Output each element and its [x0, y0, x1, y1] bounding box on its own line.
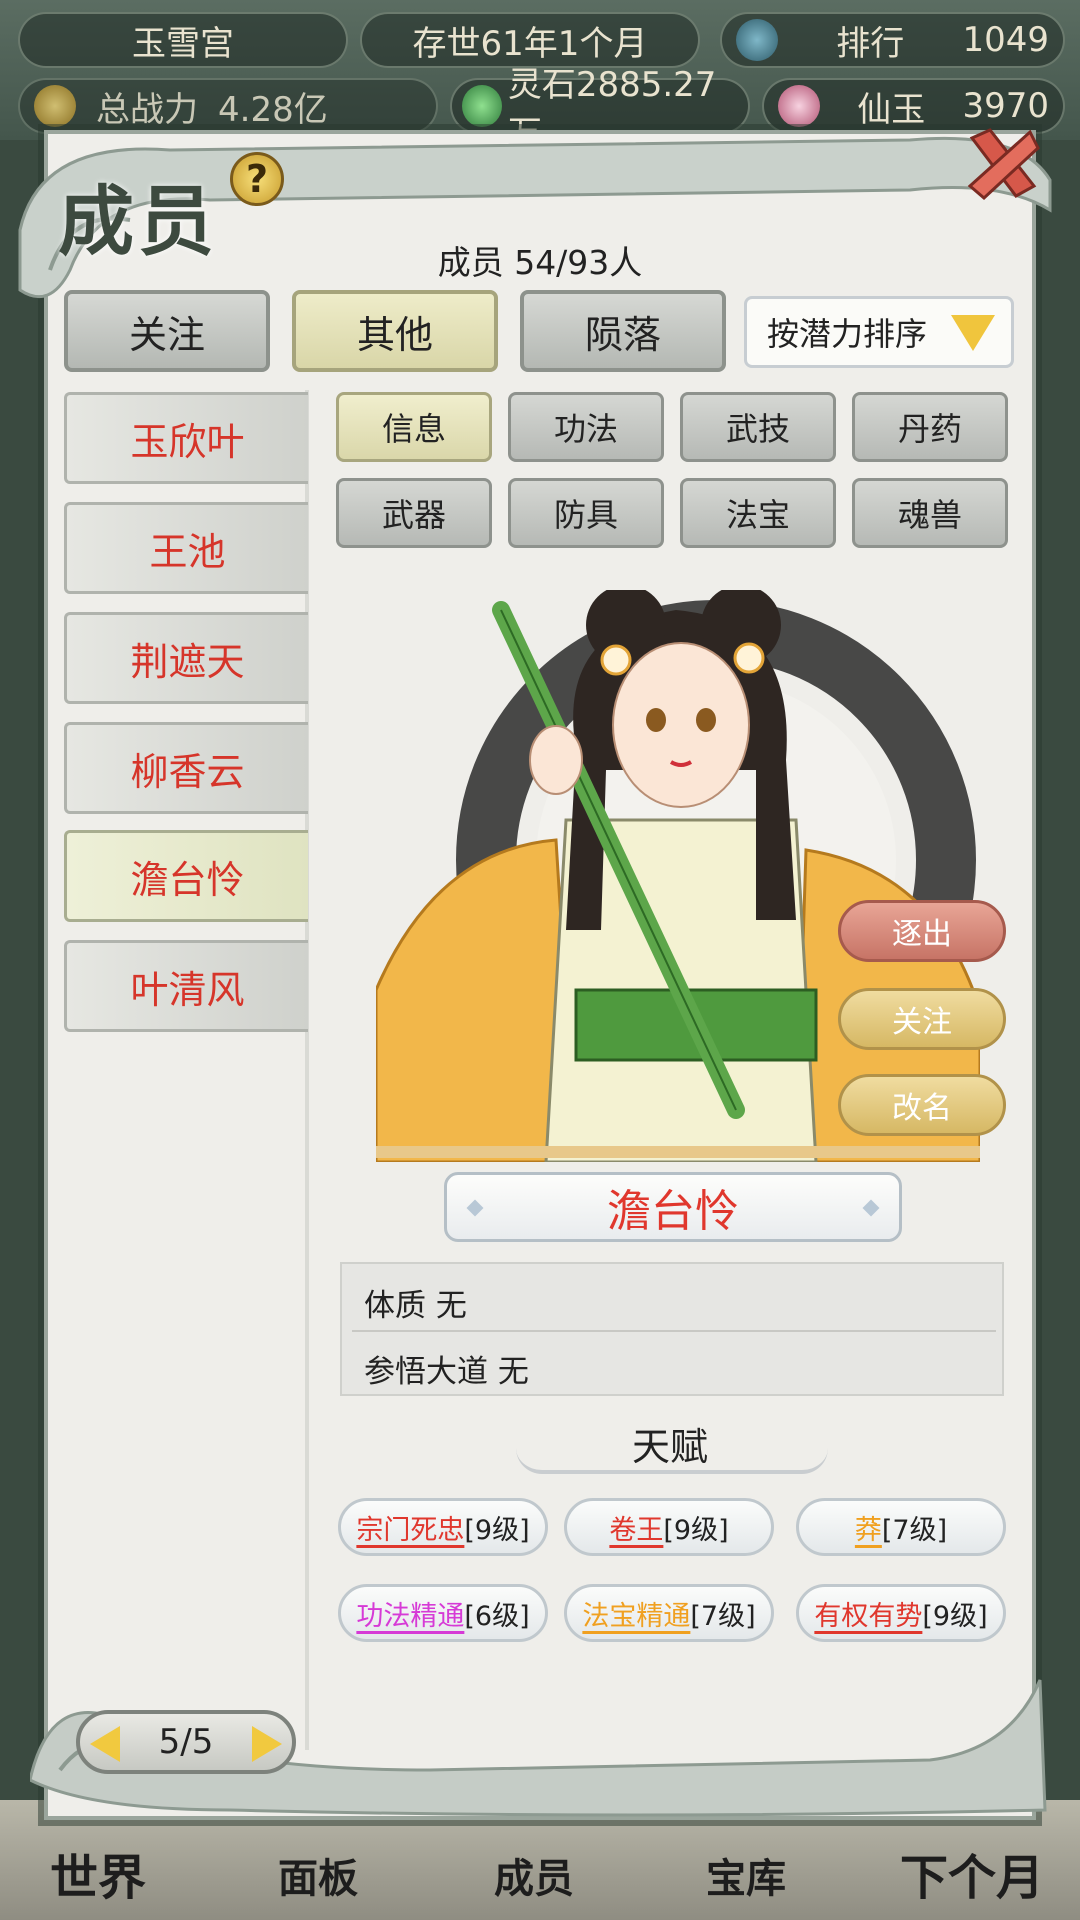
nav-next-month[interactable]: 下个月: [900, 1838, 1044, 1908]
talent-level: [7级]: [690, 1600, 756, 1632]
rename-button[interactable]: 改名: [838, 1074, 1006, 1136]
talent-name: 莽: [854, 1514, 882, 1546]
talent-level: [9级]: [663, 1514, 729, 1546]
tab-follow[interactable]: 关注: [64, 290, 270, 372]
subtab-weapons[interactable]: 武器: [336, 478, 492, 548]
sect-name: 玉雪宫: [18, 12, 348, 68]
power-label: 总战力: [96, 89, 198, 130]
talent-level: [6级]: [464, 1600, 530, 1632]
divider: [352, 1330, 996, 1332]
subtab-soul-beasts[interactable]: 魂兽: [852, 478, 1008, 548]
talent-name: 功法精通: [356, 1600, 465, 1632]
subtab-pills[interactable]: 丹药: [852, 392, 1008, 462]
rank-label: 排行: [836, 23, 905, 64]
rank-value: 1049: [962, 20, 1049, 60]
talent-chip[interactable]: 宗门死忠 [9级]: [338, 1498, 548, 1556]
rank-pill[interactable]: 排行 1049: [720, 12, 1065, 68]
top-status-bar: 玉雪宫 存世61年1个月 排行 1049 总战力 4.28亿 灵石2885.27…: [0, 0, 1080, 154]
sort-dropdown-label: 按潜力排序: [767, 315, 928, 353]
talent-name: 卷王: [609, 1514, 664, 1546]
jade-label: 仙玉: [857, 89, 926, 130]
tab-other[interactable]: 其他: [292, 290, 498, 372]
talent-chip[interactable]: 功法精通 [6级]: [338, 1584, 548, 1642]
talent-level: [7级]: [881, 1514, 948, 1546]
talent-name: 有权有势: [814, 1600, 923, 1632]
talent-chip[interactable]: 卷王 [9级]: [564, 1498, 774, 1556]
members-count: 成员 54/93人: [437, 243, 643, 282]
subtab-info[interactable]: 信息: [336, 392, 492, 462]
nav-panel[interactable]: 面板: [278, 1846, 358, 1904]
physique-text: 体质 无: [364, 1288, 467, 1324]
spirit-stone-pill: 灵石2885.27万: [450, 65, 750, 154]
plate-ornament: [466, 1199, 484, 1217]
nav-treasury[interactable]: 宝库: [706, 1846, 786, 1904]
member-list-item[interactable]: 柳香云: [64, 722, 308, 814]
subtab-martial-skills[interactable]: 武技: [680, 392, 836, 462]
talent-chip[interactable]: 莽 [7级]: [796, 1498, 1006, 1556]
talent-section-title: 天赋: [631, 1425, 708, 1469]
plate-ornament: [862, 1199, 880, 1217]
talent-level: [9级]: [922, 1600, 988, 1632]
nav-world[interactable]: 世界: [50, 1838, 146, 1908]
talent-chip[interactable]: 有权有势 [9级]: [796, 1584, 1006, 1642]
subtab-artifacts[interactable]: 法宝: [680, 478, 836, 548]
follow-button[interactable]: 关注: [838, 988, 1006, 1050]
talent-chip[interactable]: 法宝精通 [7级]: [564, 1584, 774, 1642]
jade-icon: [778, 85, 820, 127]
character-name-plate: 澹台怜: [444, 1172, 902, 1242]
subtab-armor[interactable]: 防具: [508, 478, 664, 548]
sort-dropdown[interactable]: 按潜力排序: [744, 296, 1014, 368]
power-pill: 总战力 4.28亿: [18, 78, 438, 134]
list-divider: [305, 390, 309, 1750]
power-icon: [34, 85, 76, 127]
talent-name: 法宝精通: [582, 1600, 691, 1632]
close-icon[interactable]: [960, 120, 1044, 204]
spirit-stone-icon: [462, 85, 502, 127]
page-indicator: 5/5: [76, 1710, 296, 1774]
panel-title: 成员: [58, 177, 218, 266]
talent-level: [9级]: [464, 1514, 530, 1546]
character-name: 澹台怜: [607, 1186, 739, 1237]
next-page-arrow-icon[interactable]: [252, 1726, 282, 1762]
member-list-item[interactable]: 王池: [64, 502, 308, 594]
subtab-techniques[interactable]: 功法: [508, 392, 664, 462]
member-list-item[interactable]: 荆遮天: [64, 612, 308, 704]
tab-fallen[interactable]: 陨落: [520, 290, 726, 372]
member-list-item[interactable]: 玉欣叶: [64, 392, 308, 484]
power-value: 4.28亿: [218, 89, 328, 130]
talent-name: 宗门死忠: [356, 1514, 465, 1546]
expel-button[interactable]: 逐出: [838, 900, 1006, 962]
dao-comprehension-text: 参悟大道 无: [364, 1354, 529, 1390]
prev-page-arrow-icon[interactable]: [90, 1726, 120, 1762]
nav-members[interactable]: 成员: [494, 1846, 574, 1904]
attributes-box: 体质 无 参悟大道 无: [340, 1262, 1004, 1396]
chevron-down-icon: [951, 315, 995, 351]
member-list-item[interactable]: 叶清风: [64, 940, 308, 1032]
rank-icon: [736, 19, 778, 61]
help-icon[interactable]: ?: [230, 152, 284, 206]
member-list-item-selected[interactable]: 澹台怜: [64, 830, 308, 922]
page-number: 5/5: [158, 1722, 214, 1762]
sect-name-text: 玉雪宫: [132, 23, 234, 64]
